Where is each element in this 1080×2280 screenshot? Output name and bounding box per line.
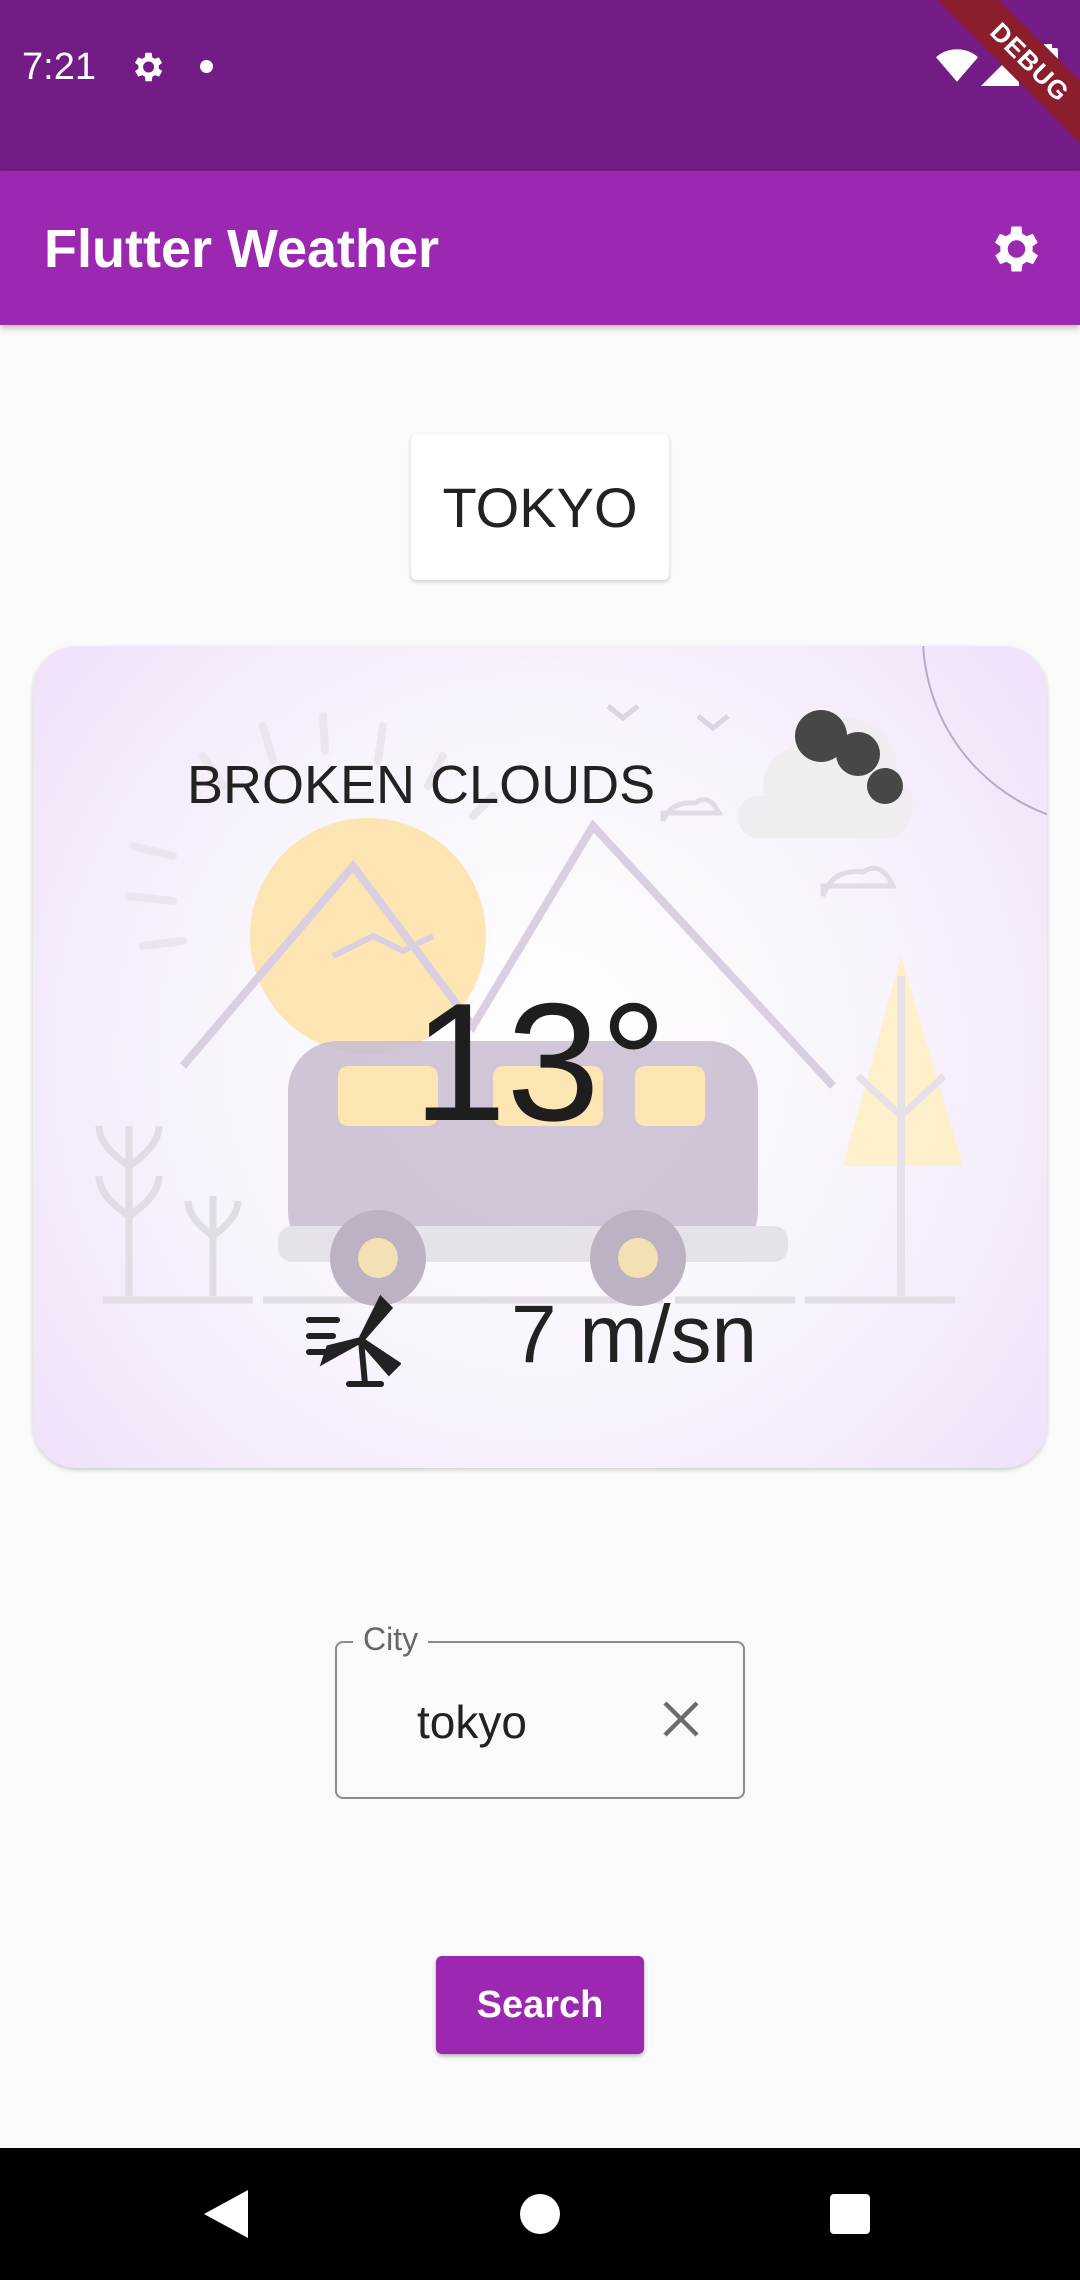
system-navigation-bar xyxy=(0,2148,1080,2280)
status-time: 7:21 xyxy=(22,46,96,88)
wifi-icon xyxy=(936,49,978,82)
city-input-value[interactable]: tokyo xyxy=(417,1695,527,1749)
app-bar: Flutter Weather xyxy=(0,171,1080,325)
gear-icon xyxy=(134,52,163,82)
city-input-field[interactable]: City tokyo xyxy=(335,1621,745,1799)
status-bar: 7:21 DEBUG xyxy=(0,0,1080,171)
home-icon[interactable] xyxy=(520,2194,560,2234)
temperature: 13° xyxy=(412,968,668,1156)
settings-icon[interactable] xyxy=(984,219,1044,279)
weather-condition: BROKEN CLOUDS xyxy=(187,755,656,815)
notification-dot-icon xyxy=(200,60,213,73)
weather-card: BROKEN CLOUDS 13° 7 m/sn xyxy=(33,646,1047,1468)
app-title: Flutter Weather xyxy=(44,219,440,279)
recents-icon[interactable] xyxy=(830,2194,870,2234)
search-button[interactable]: Search xyxy=(436,1956,644,2054)
close-icon[interactable] xyxy=(657,1695,705,1743)
back-icon[interactable] xyxy=(204,2190,248,2238)
city-input-label: City xyxy=(353,1621,429,1658)
wind-speed: 7 m/sn xyxy=(511,1289,758,1380)
wind-turbine-icon xyxy=(306,1294,401,1387)
city-name-card: TOKYO xyxy=(411,434,669,580)
